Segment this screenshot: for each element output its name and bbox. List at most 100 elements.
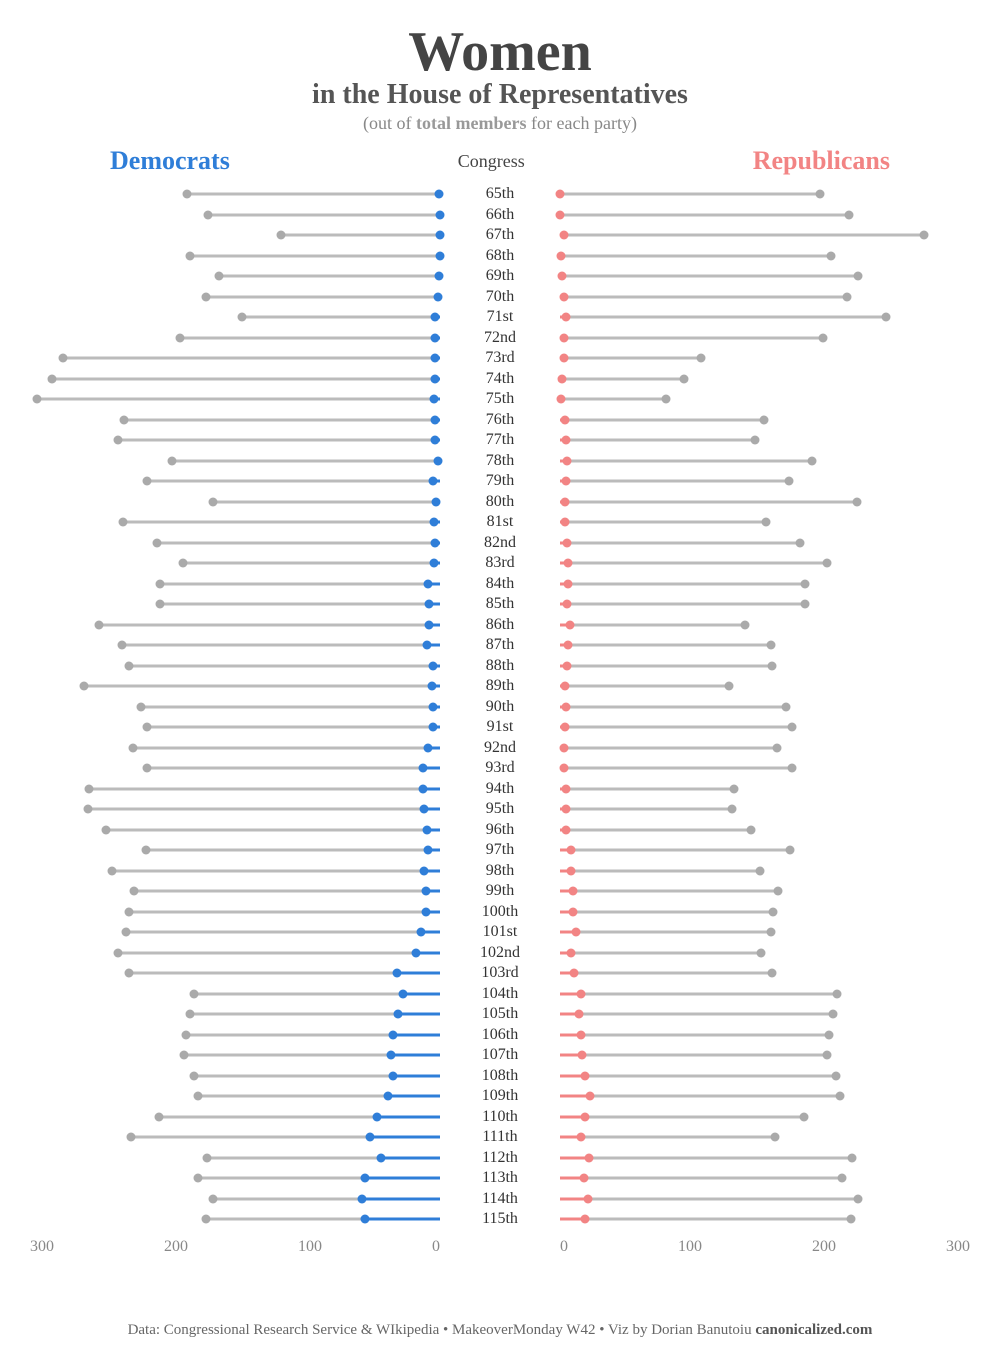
rep-side	[560, 1209, 970, 1230]
rep-women-dot	[559, 743, 568, 752]
chart-row: 85th	[30, 594, 970, 615]
rep-side	[560, 574, 970, 595]
congress-label: 111th	[440, 1128, 560, 1146]
rep-side	[560, 943, 970, 964]
rep-total-dot	[768, 969, 777, 978]
rep-total-dot	[795, 538, 804, 547]
rep-total-bar	[560, 685, 729, 688]
chart-row: 83rd	[30, 553, 970, 574]
rep-total-bar	[560, 193, 820, 196]
rep-total-bar	[560, 623, 745, 626]
congress-label: 115th	[440, 1210, 560, 1228]
rep-women-dot	[556, 190, 565, 199]
rep-total-bar	[560, 459, 812, 462]
dem-total-dot	[276, 231, 285, 240]
dem-women-dot	[422, 641, 431, 650]
rep-women-dot	[580, 1174, 589, 1183]
rep-side	[560, 328, 970, 349]
dem-side	[30, 594, 440, 615]
dem-women-dot	[419, 764, 428, 773]
chart-row: 113th	[30, 1168, 970, 1189]
rep-women-dot	[558, 374, 567, 383]
dem-side	[30, 389, 440, 410]
dem-total-bar	[187, 193, 440, 196]
rep-side	[560, 594, 970, 615]
rep-women-dot	[563, 600, 572, 609]
congress-label: 78th	[440, 452, 560, 470]
chart-row: 95th	[30, 799, 970, 820]
congress-label: 104th	[440, 985, 560, 1003]
rep-total-bar	[560, 582, 805, 585]
chart-row: 94th	[30, 779, 970, 800]
rep-side	[560, 1168, 970, 1189]
chart-row: 96th	[30, 820, 970, 841]
dem-women-dot	[422, 825, 431, 834]
rep-total-dot	[843, 292, 852, 301]
rep-women-dot	[564, 579, 573, 588]
chart-row: 107th	[30, 1045, 970, 1066]
rep-total-bar	[560, 1054, 827, 1057]
rep-side	[560, 676, 970, 697]
congress-label: 95th	[440, 800, 560, 818]
dem-total-bar	[129, 664, 440, 667]
dem-total-dot	[202, 292, 211, 301]
rep-side	[560, 1127, 970, 1148]
dem-side	[30, 1168, 440, 1189]
chart-row: 65th	[30, 184, 970, 205]
chart-row: 98th	[30, 861, 970, 882]
chart-row: 74th	[30, 369, 970, 390]
dem-total-bar	[63, 357, 440, 360]
rep-women-dot	[559, 764, 568, 773]
dem-women-dot	[420, 805, 429, 814]
dem-side	[30, 717, 440, 738]
dem-women-bar	[393, 1074, 440, 1077]
dem-total-bar	[88, 808, 440, 811]
dem-women-dot	[393, 1010, 402, 1019]
dem-total-dot	[190, 1071, 199, 1080]
party-headers: Democrats Congress Republicans	[30, 146, 970, 176]
chart-row: 102nd	[30, 943, 970, 964]
dem-women-dot	[431, 354, 440, 363]
congress-label: 112th	[440, 1149, 560, 1167]
dem-side	[30, 779, 440, 800]
rep-women-dot	[559, 231, 568, 240]
rep-total-dot	[757, 948, 766, 957]
dem-total-dot	[127, 1133, 136, 1142]
rep-side	[560, 553, 970, 574]
dem-side	[30, 943, 440, 964]
congress-label: 80th	[440, 493, 560, 511]
dem-total-dot	[129, 887, 138, 896]
dem-total-dot	[156, 579, 165, 588]
chart-row: 103rd	[30, 963, 970, 984]
dem-side	[30, 615, 440, 636]
rep-side	[560, 266, 970, 287]
dem-side	[30, 1148, 440, 1169]
dem-side	[30, 410, 440, 431]
dem-side	[30, 635, 440, 656]
rep-women-dot	[563, 661, 572, 670]
congress-label: 82nd	[440, 534, 560, 552]
rep-total-dot	[847, 1153, 856, 1162]
dem-women-dot	[428, 477, 437, 486]
rep-total-dot	[828, 1010, 837, 1019]
dem-side	[30, 656, 440, 677]
rep-total-dot	[767, 928, 776, 937]
rep-side	[560, 1148, 970, 1169]
dem-women-dot	[421, 887, 430, 896]
dem-women-bar	[381, 1156, 440, 1159]
congress-label: 89th	[440, 677, 560, 695]
dem-total-bar	[147, 480, 440, 483]
rep-total-bar	[560, 1074, 836, 1077]
footer-text: Data: Congressional Research Service & W…	[128, 1322, 756, 1338]
axis-tick: 100	[678, 1238, 702, 1256]
rep-total-dot	[832, 1071, 841, 1080]
dem-total-dot	[141, 846, 150, 855]
rep-total-dot	[680, 374, 689, 383]
dem-total-bar	[133, 746, 441, 749]
rep-total-dot	[767, 641, 776, 650]
congress-label: 88th	[440, 657, 560, 675]
dem-women-dot	[420, 866, 429, 875]
rep-total-dot	[853, 272, 862, 281]
dem-total-dot	[202, 1215, 211, 1224]
dem-total-dot	[94, 620, 103, 629]
